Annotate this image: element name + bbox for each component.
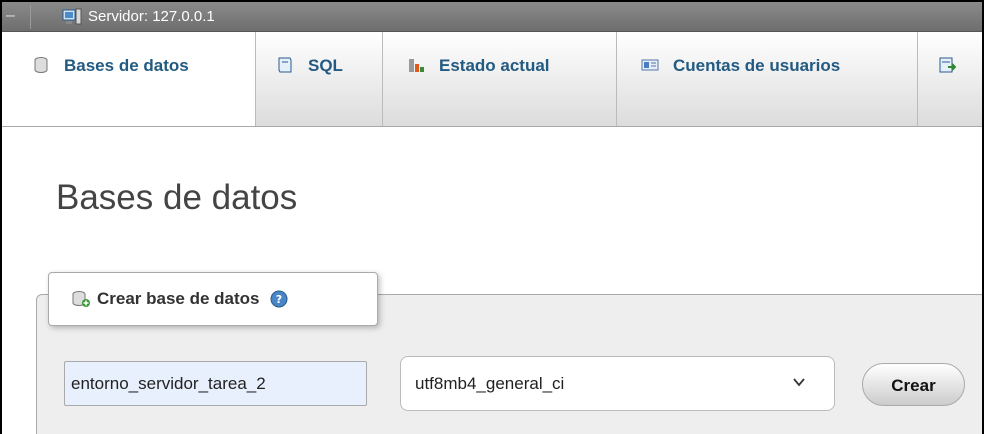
tab-label: Estado actual (439, 56, 550, 75)
server-icon (62, 8, 82, 25)
database-add-icon (72, 291, 90, 307)
server-breadcrumb-bar: – Servidor: 127.0.0.1 (2, 2, 982, 32)
svg-text:?: ? (275, 293, 281, 306)
top-tab-bar: Bases de datos SQL Estado actual Cuentas… (2, 32, 982, 127)
divider (30, 5, 31, 29)
tab-estado-actual[interactable]: Estado actual (383, 32, 617, 126)
tab-export[interactable] (918, 32, 982, 126)
collapse-navigation-icon[interactable]: – (6, 7, 15, 25)
legend-label: Crear base de datos (97, 289, 260, 308)
chevron-down-icon (793, 378, 805, 387)
tab-bases-de-datos[interactable]: Bases de datos (2, 32, 256, 126)
status-chart-icon (409, 59, 424, 72)
tab-label: SQL (308, 56, 343, 75)
server-link[interactable]: Servidor: 127.0.0.1 (88, 8, 215, 25)
tab-label: Bases de datos (64, 56, 189, 75)
database-name-input[interactable] (64, 361, 367, 406)
help-icon[interactable]: ? (270, 290, 288, 308)
sql-icon (278, 57, 292, 73)
collation-selected-value: utf8mb4_general_ci (415, 373, 565, 393)
page-title: Bases de datos (56, 178, 298, 217)
tab-sql[interactable]: SQL (256, 32, 383, 126)
user-accounts-icon (641, 59, 659, 71)
export-icon (939, 57, 956, 73)
create-button[interactable]: Crear (862, 363, 965, 406)
collation-select[interactable]: utf8mb4_general_ci (400, 356, 835, 411)
database-icon (34, 57, 48, 73)
tab-label: Cuentas de usuarios (673, 56, 841, 75)
create-database-legend: Crear base de datos ? (48, 272, 378, 326)
tab-cuentas-de-usuarios[interactable]: Cuentas de usuarios (617, 32, 918, 126)
